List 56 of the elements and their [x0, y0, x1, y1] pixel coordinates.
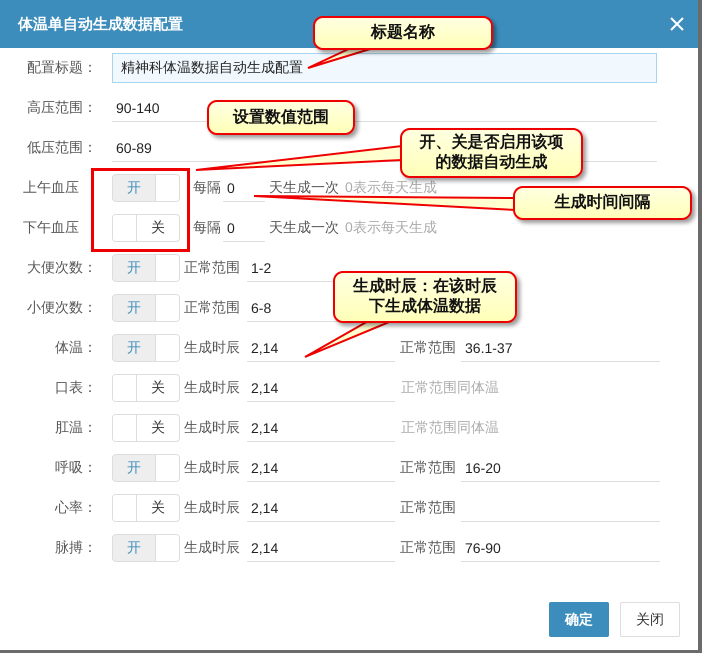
callout: 生成时间间隔: [513, 186, 692, 220]
time-field[interactable]: 2,14: [247, 494, 395, 522]
toggle-switch[interactable]: 关: [112, 414, 180, 442]
field-label: 肛温：: [54, 419, 97, 437]
field-label: 心率：: [54, 499, 97, 517]
confirm-button[interactable]: 确定: [549, 602, 609, 637]
field-label: 脉搏：: [54, 539, 97, 557]
dialog-title: 体温单自动生成数据配置: [18, 14, 183, 34]
close-icon[interactable]: [670, 17, 684, 31]
field-label: 正常范围: [184, 259, 241, 277]
toggle-switch[interactable]: 关: [112, 214, 180, 242]
field-label: 呼吸：: [54, 459, 97, 477]
field-label: 生成时辰: [184, 499, 241, 517]
hint-text: 0表示每天生成: [345, 219, 437, 237]
time-field[interactable]: 2,14: [247, 374, 395, 402]
hint-text: 正常范围同体温: [401, 379, 499, 397]
time-field[interactable]: 2,14: [247, 454, 395, 482]
field-label: 生成时辰: [184, 539, 241, 557]
field-label: 正常范围: [184, 299, 241, 317]
close-button[interactable]: 关闭: [620, 602, 680, 637]
interval-field[interactable]: 0: [223, 214, 265, 242]
field-label: 天生成一次: [269, 179, 339, 197]
field-label: 每隔: [193, 179, 222, 197]
field-label: 低压范围：: [26, 139, 97, 157]
field-label: 口表：: [54, 379, 97, 397]
field-label: 每隔: [193, 219, 222, 237]
field-label: 配置标题：: [26, 59, 97, 77]
range-field[interactable]: 16-20: [461, 454, 660, 482]
field-label: 正常范围: [400, 499, 457, 517]
field-label: 生成时辰: [184, 379, 241, 397]
field-label: 小便次数：: [26, 299, 97, 317]
field-label: 生成时辰: [184, 459, 241, 477]
callout: 开、关是否启用该项 的数据自动生成: [400, 128, 583, 178]
callout: 设置数值范围: [207, 100, 355, 135]
field-label: 生成时辰: [184, 419, 241, 437]
field-label: 下午血压: [22, 219, 80, 237]
field-label: 正常范围: [400, 539, 457, 557]
field-label: 天生成一次: [269, 219, 339, 237]
field-label: 高压范围：: [26, 99, 97, 117]
field-label: 生成时辰: [184, 339, 241, 357]
toggle-switch[interactable]: 关: [112, 374, 180, 402]
toggle-switch[interactable]: 关: [112, 494, 180, 522]
range-field[interactable]: 76-90: [461, 534, 660, 562]
callout: 生成时辰：在该时辰 下生成体温数据: [333, 271, 517, 323]
field-label: 正常范围: [400, 339, 457, 357]
hint-text: 正常范围同体温: [401, 419, 499, 437]
callout: 标题名称: [313, 16, 493, 50]
hint-text: 0表示每天生成: [345, 179, 437, 197]
field-label: 上午血压: [22, 179, 80, 197]
range-field[interactable]: 36.1-37: [461, 334, 660, 362]
time-field[interactable]: 2,14: [247, 534, 395, 562]
title-input[interactable]: 精神科体温数据自动生成配置: [112, 53, 657, 83]
field-label: 正常范围: [400, 459, 457, 477]
field-label: 大便次数：: [26, 259, 97, 277]
time-field[interactable]: 2,14: [247, 414, 395, 442]
field-label: 体温：: [54, 339, 97, 357]
